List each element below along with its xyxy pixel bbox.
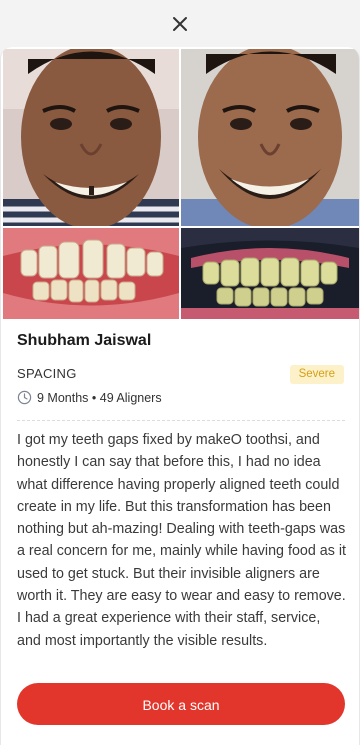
aligner-count: 49 Aligners xyxy=(99,390,162,405)
book-scan-button[interactable]: Book a scan xyxy=(17,683,345,725)
treatment-duration: 9 Months xyxy=(37,390,89,405)
patient-name: Shubham Jaiswal xyxy=(17,332,152,349)
after-smile-photo xyxy=(181,49,359,226)
severity-badge: Severe xyxy=(289,365,344,384)
divider xyxy=(17,420,345,421)
before-smile-photo xyxy=(3,49,179,226)
clock-icon xyxy=(17,390,32,405)
review-text: I got my teeth gaps fixed by makeO tooth… xyxy=(17,432,346,649)
close-button[interactable] xyxy=(168,12,192,36)
after-teeth-photo xyxy=(181,228,359,319)
close-icon xyxy=(173,17,187,31)
testimonial-card: Shubham Jaiswal SPACING Severe 9 Months … xyxy=(0,47,360,745)
meta-separator: • xyxy=(88,390,100,405)
treatment-meta: 9 Months • 49 Aligners xyxy=(17,390,162,405)
case-category: SPACING xyxy=(17,366,77,381)
before-teeth-photo xyxy=(3,228,179,319)
before-after-photos xyxy=(3,49,359,319)
